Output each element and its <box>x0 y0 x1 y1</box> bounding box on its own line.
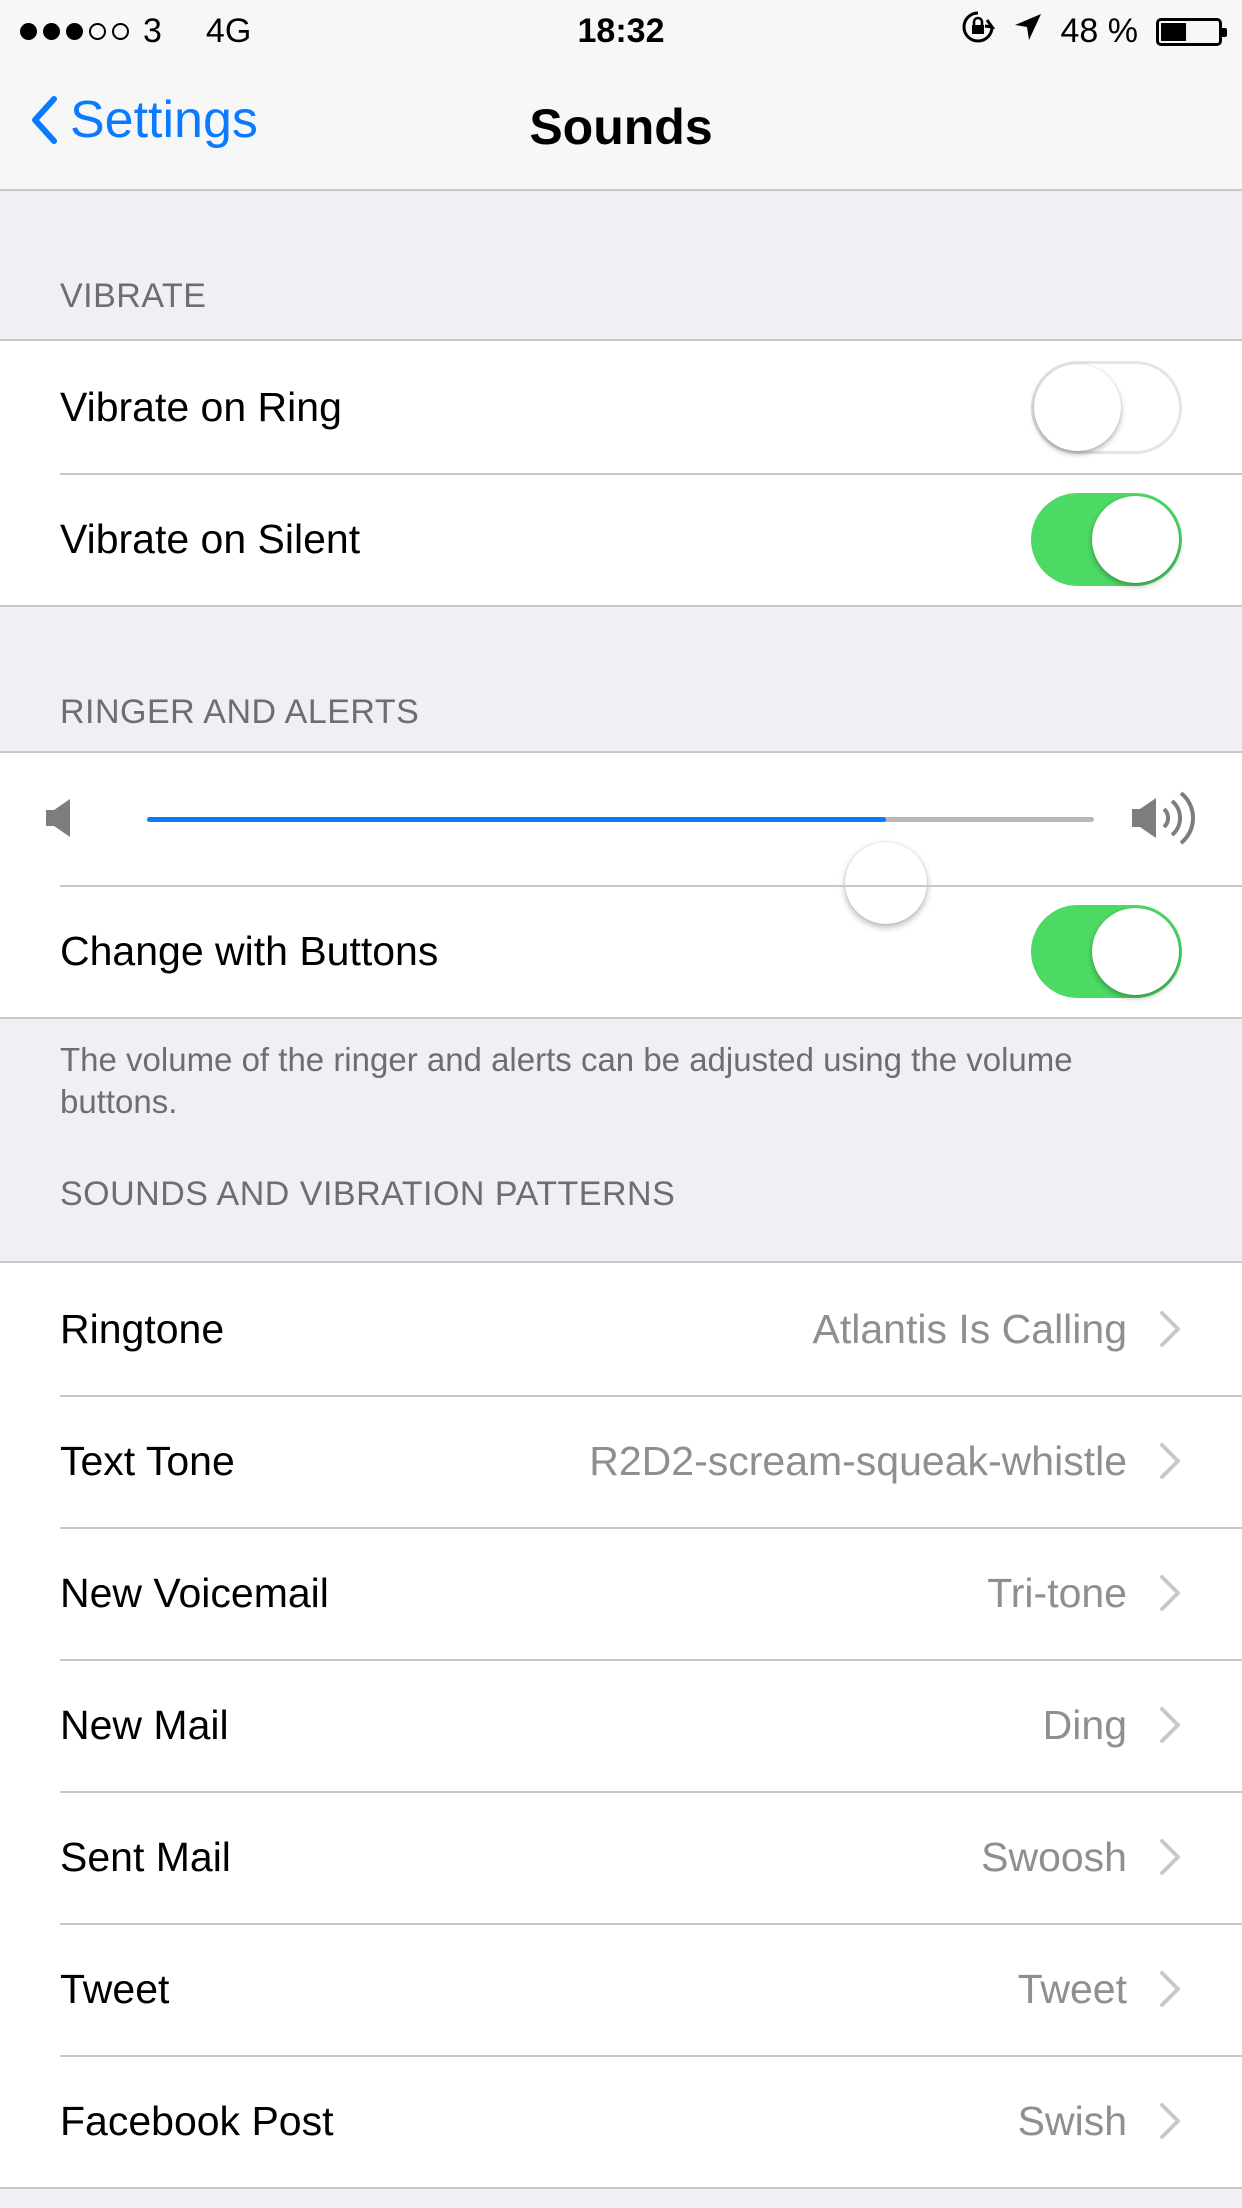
volume-slider[interactable] <box>147 817 1094 924</box>
status-bar: 3 4G 18:32 48 % <box>0 0 1242 60</box>
chevron-right-icon <box>1160 1311 1180 1347</box>
row-value: Atlantis Is Calling <box>812 1305 1127 1352</box>
settings-content: VIBRATE Vibrate on Ring Vibrate on Silen… <box>0 191 1242 2189</box>
vibrate-on-silent-toggle[interactable] <box>1031 492 1182 586</box>
volume-high-icon <box>1130 787 1198 854</box>
row-label: Ringtone <box>60 1305 225 1352</box>
toggle-knob <box>1034 363 1121 451</box>
chevron-right-icon <box>1160 1707 1180 1743</box>
sounds-group: Ringtone Atlantis Is Calling Text Tone R… <box>0 1261 1242 2189</box>
volume-low-icon <box>44 797 74 844</box>
chevron-right-icon <box>1160 1443 1180 1479</box>
row-label: Change with Buttons <box>60 927 439 974</box>
section-header-sounds: SOUNDS AND VIBRATION PATTERNS <box>60 1175 676 1213</box>
chevron-right-icon <box>1160 1971 1180 2007</box>
change-with-buttons-toggle[interactable] <box>1031 904 1182 998</box>
new-mail-row[interactable]: New Mail Ding <box>0 1659 1242 1791</box>
row-label: New Voicemail <box>60 1569 329 1616</box>
new-voicemail-row[interactable]: New Voicemail Tri-tone <box>0 1527 1242 1659</box>
tweet-row[interactable]: Tweet Tweet <box>0 1923 1242 2055</box>
page-title: Sounds <box>529 99 713 155</box>
row-label: Text Tone <box>60 1437 235 1484</box>
change-with-buttons-row: Change with Buttons <box>0 885 1242 1017</box>
row-value: Tweet <box>1017 1965 1127 2012</box>
row-label: Tweet <box>60 1965 170 2012</box>
row-label: Facebook Post <box>60 2097 334 2144</box>
row-label: Vibrate on Ring <box>60 383 342 430</box>
vibrate-on-ring-toggle[interactable] <box>1031 360 1182 454</box>
toggle-knob <box>1092 907 1179 995</box>
ringtone-row[interactable]: Ringtone Atlantis Is Calling <box>0 1263 1242 1395</box>
vibrate-on-ring-row: Vibrate on Ring <box>0 341 1242 473</box>
volume-slider-row <box>0 753 1242 924</box>
chevron-right-icon <box>1160 1575 1180 1611</box>
text-tone-row[interactable]: Text Tone R2D2-scream-squeak-whistle <box>0 1395 1242 1527</box>
facebook-post-row[interactable]: Facebook Post Swish <box>0 2055 1242 2187</box>
row-value: R2D2-scream-squeak-whistle <box>589 1437 1127 1484</box>
orientation-lock-icon <box>961 10 995 53</box>
row-value: Swish <box>1017 2097 1127 2144</box>
battery-icon <box>1156 17 1227 46</box>
section-header-ringer: RINGER AND ALERTS <box>60 693 420 731</box>
row-label: Vibrate on Silent <box>60 515 361 562</box>
vibrate-group: Vibrate on Ring Vibrate on Silent <box>0 339 1242 607</box>
vibrate-on-silent-row: Vibrate on Silent <box>0 473 1242 605</box>
navigation-bar: Settings Sounds <box>0 60 1242 191</box>
row-value: Swoosh <box>981 1833 1127 1880</box>
toggle-knob <box>1092 495 1179 583</box>
battery-percent: 48 % <box>1060 12 1139 50</box>
row-value: Tri-tone <box>987 1569 1127 1616</box>
row-value: Ding <box>1042 1701 1127 1748</box>
battery-fill <box>1161 22 1186 41</box>
ringer-footer-note: The volume of the ringer and alerts can … <box>60 1041 1073 1120</box>
location-arrow-icon <box>1013 12 1043 51</box>
chevron-right-icon <box>1160 1839 1180 1875</box>
section-header-vibrate: VIBRATE <box>60 277 207 315</box>
sent-mail-row[interactable]: Sent Mail Swoosh <box>0 1791 1242 1923</box>
battery-cap <box>1222 27 1227 37</box>
row-label: Sent Mail <box>60 1833 231 1880</box>
status-bar-right: 48 % <box>961 10 1227 53</box>
volume-slider-fill <box>147 817 886 822</box>
chevron-right-icon <box>1160 2103 1180 2139</box>
ringer-group: Change with Buttons <box>0 751 1242 1019</box>
row-label: New Mail <box>60 1701 229 1748</box>
